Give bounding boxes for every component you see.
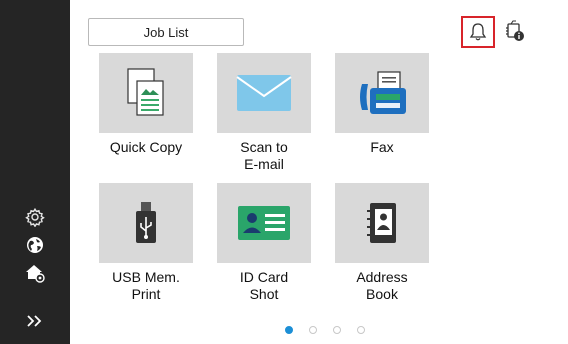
page-dot-4[interactable] — [357, 326, 365, 334]
address-book-icon — [335, 183, 429, 263]
id-card-icon — [217, 183, 311, 263]
usb-mem-print-tile[interactable]: USB Mem. Print — [99, 183, 193, 303]
bell-icon[interactable] — [461, 16, 495, 48]
tile-label: USB Mem. Print — [112, 269, 180, 302]
tile-label: Scan to E-mail — [240, 139, 288, 172]
tile-label: Quick Copy — [109, 139, 183, 155]
address-book-tile[interactable]: Address Book — [335, 183, 429, 303]
left-sidebar — [0, 0, 70, 344]
globe-icon[interactable] — [24, 234, 46, 256]
id-card-shot-tile[interactable]: ID Card Shot — [217, 183, 311, 303]
double-chevron-right-icon[interactable] — [24, 310, 46, 332]
page-dot-3[interactable] — [333, 326, 341, 334]
scan-to-email-tile[interactable]: Scan to E-mail — [217, 53, 311, 173]
usb-icon — [99, 183, 193, 263]
frame-right — [560, 0, 568, 344]
envelope-icon — [217, 53, 311, 133]
page-dot-2[interactable] — [309, 326, 317, 334]
page-dot-1[interactable] — [285, 326, 293, 334]
fax-icon — [335, 53, 429, 133]
quick-copy-tile[interactable]: Quick Copy — [99, 53, 193, 156]
tile-label: ID Card Shot — [239, 269, 289, 302]
machine-status-icon[interactable] — [498, 16, 532, 48]
gear-icon[interactable] — [24, 206, 46, 228]
fax-tile[interactable]: Fax — [335, 53, 429, 156]
page-indicator — [285, 326, 365, 334]
tile-label: Address Book — [356, 269, 408, 302]
quick-copy-icon — [99, 53, 193, 133]
home-settings-icon[interactable] — [24, 262, 46, 284]
job-list-button[interactable]: Job List — [88, 18, 244, 46]
tile-label: Fax — [370, 139, 394, 155]
